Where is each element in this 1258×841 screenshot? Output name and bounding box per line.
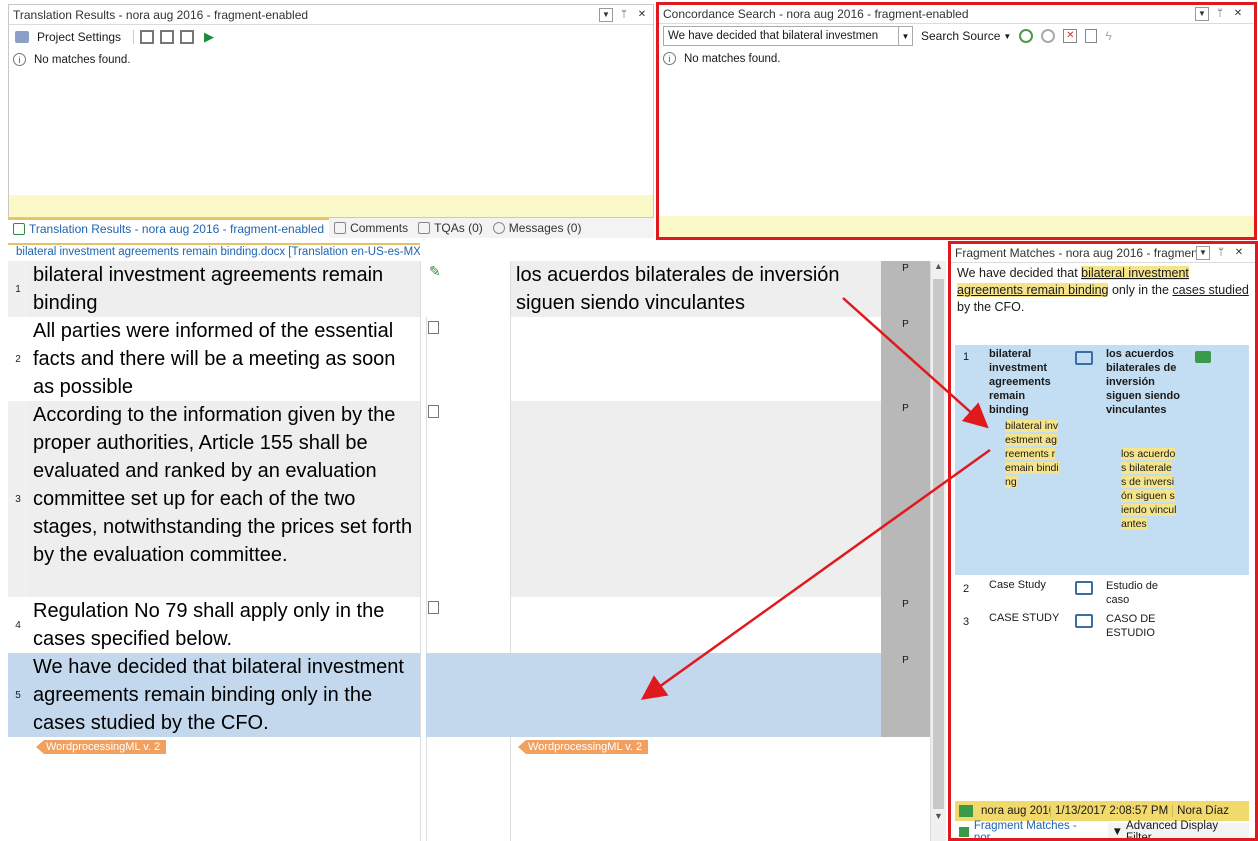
arrow-to-fragment [842, 297, 989, 429]
arrow-to-target [640, 448, 991, 700]
annotation-arrows [640, 297, 991, 700]
